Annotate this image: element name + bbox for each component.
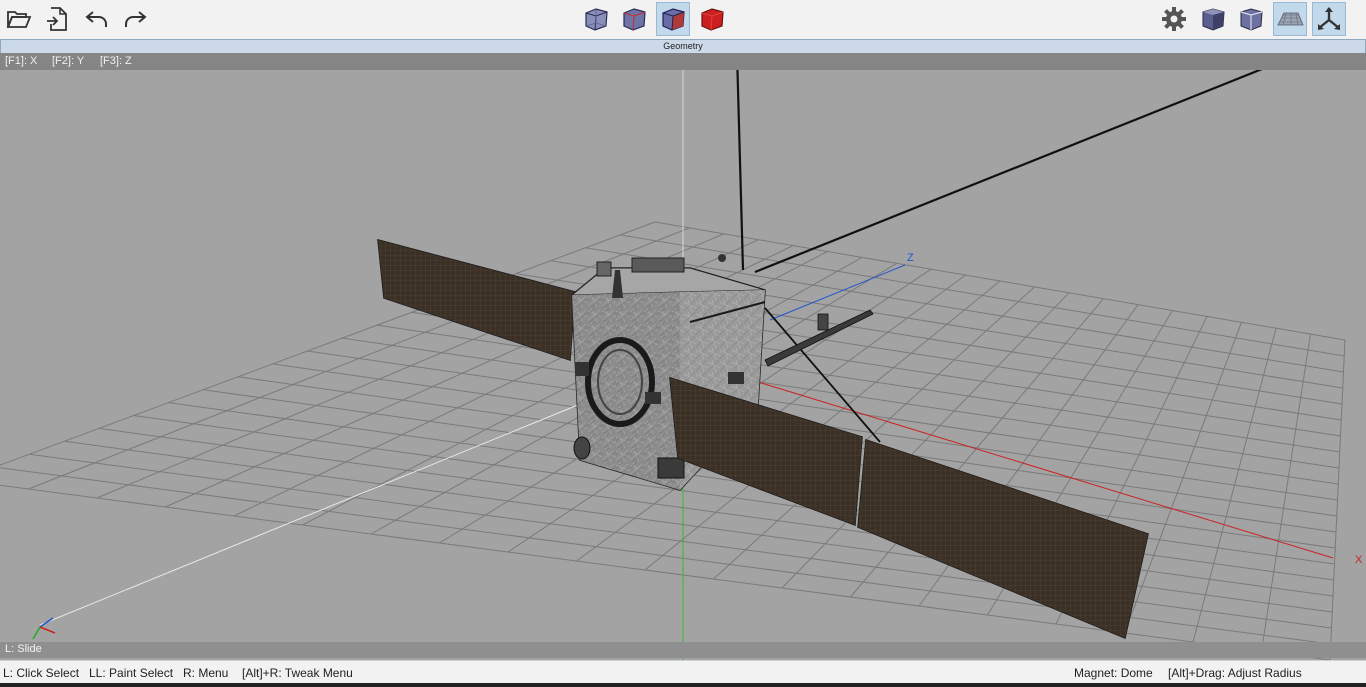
solid-red-cube-icon[interactable]	[695, 2, 729, 36]
status-click-select: L: Click Select	[3, 666, 80, 680]
3d-viewport[interactable]: X Z	[0, 53, 1366, 660]
axis-hint-x: [F1]: X	[5, 55, 38, 67]
status-menu: R: Menu	[183, 666, 229, 680]
axis-hint-y: [F2]: Y	[52, 55, 85, 67]
grid-line	[1261, 334, 1311, 652]
left-solar-panel	[377, 238, 576, 362]
import-file-icon[interactable]	[40, 2, 74, 36]
shaded-wire-cube-icon[interactable]	[656, 2, 690, 36]
axis-gizmo	[32, 617, 56, 640]
z-axis-label: Z	[907, 252, 914, 264]
gear-icon[interactable]	[1157, 2, 1191, 36]
xray-cube-icon[interactable]	[617, 2, 651, 36]
antenna-boom	[735, 53, 745, 271]
window-bottom-edge	[0, 683, 1366, 687]
grid-line	[1124, 322, 1242, 634]
undo-icon[interactable]	[80, 2, 114, 36]
redo-icon[interactable]	[118, 2, 152, 36]
axes-icon[interactable]	[1312, 2, 1346, 36]
scene-canvas[interactable]: X Z	[0, 53, 1366, 660]
status-tweak-menu: [Alt]+R: Tweak Menu	[242, 666, 353, 680]
status-magnet: Magnet: Dome	[1074, 666, 1153, 680]
mode-hint-bar: L: Slide	[0, 642, 1366, 658]
axis-hint-bar: [F1]: X [F2]: Y [F3]: Z	[0, 53, 1366, 70]
folder-open-icon[interactable]	[2, 2, 36, 36]
grid-line	[1329, 339, 1346, 660]
negative-x-axis-line	[39, 399, 591, 626]
status-bar: L: Click Select LL: Paint Select R: Menu…	[0, 660, 1366, 683]
antenna-boom	[754, 53, 1298, 274]
shaded-cube-icon[interactable]	[1196, 2, 1230, 36]
z-axis-line	[769, 264, 906, 321]
right-solar-panel	[669, 376, 1149, 640]
main-toolbar	[0, 0, 1366, 39]
grid-line	[1192, 328, 1277, 643]
panel-title: Geometry	[0, 39, 1366, 54]
instrument-pod	[817, 313, 829, 331]
grid-floor-icon[interactable]	[1273, 2, 1307, 36]
status-adjust-radius: [Alt]+Drag: Adjust Radius	[1168, 666, 1302, 680]
mode-hint: L: Slide	[5, 643, 42, 655]
status-paint-select: LL: Paint Select	[89, 666, 174, 680]
wireframe-cube-icon[interactable]	[579, 2, 613, 36]
outline-cube-icon[interactable]	[1234, 2, 1268, 36]
x-axis-label: X	[1355, 554, 1363, 566]
axis-hint-z: [F3]: Z	[100, 55, 132, 67]
